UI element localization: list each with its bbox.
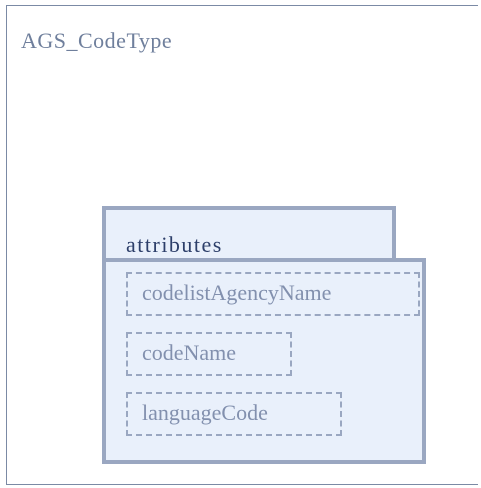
attribute-item: codeName xyxy=(126,332,292,376)
type-title: AGS_CodeType xyxy=(21,28,173,53)
attributes-group-body: codelistAgencyName codeName languageCode xyxy=(102,258,426,464)
attribute-item: codelistAgencyName xyxy=(126,272,420,316)
attribute-item: languageCode xyxy=(126,392,342,436)
attribute-label: languageCode xyxy=(142,400,268,425)
attribute-label: codeName xyxy=(142,340,237,365)
attributes-group-label: attributes xyxy=(126,232,223,257)
attributes-group-tab: attributes xyxy=(102,206,396,262)
attribute-label: codelistAgencyName xyxy=(142,280,332,305)
